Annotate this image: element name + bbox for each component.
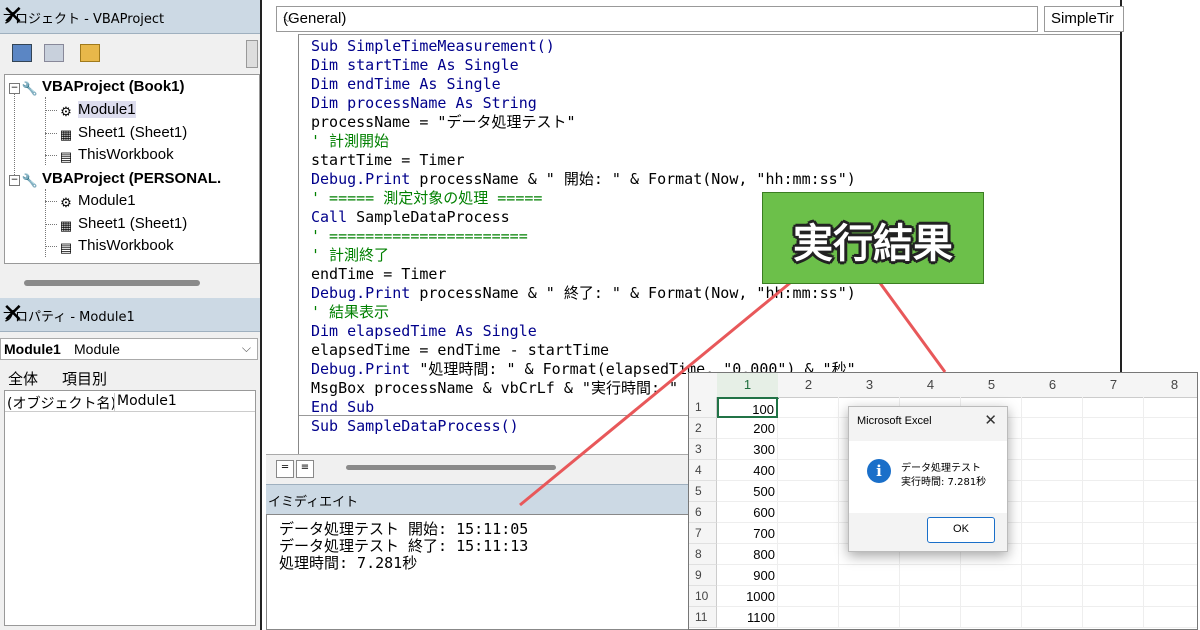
result-callout: 実行結果 [762,192,984,284]
callout-lines [519,281,947,507]
callout-line-right [878,282,947,373]
callout-label: 実行結果 [793,221,953,267]
callout-line-left [519,281,791,507]
